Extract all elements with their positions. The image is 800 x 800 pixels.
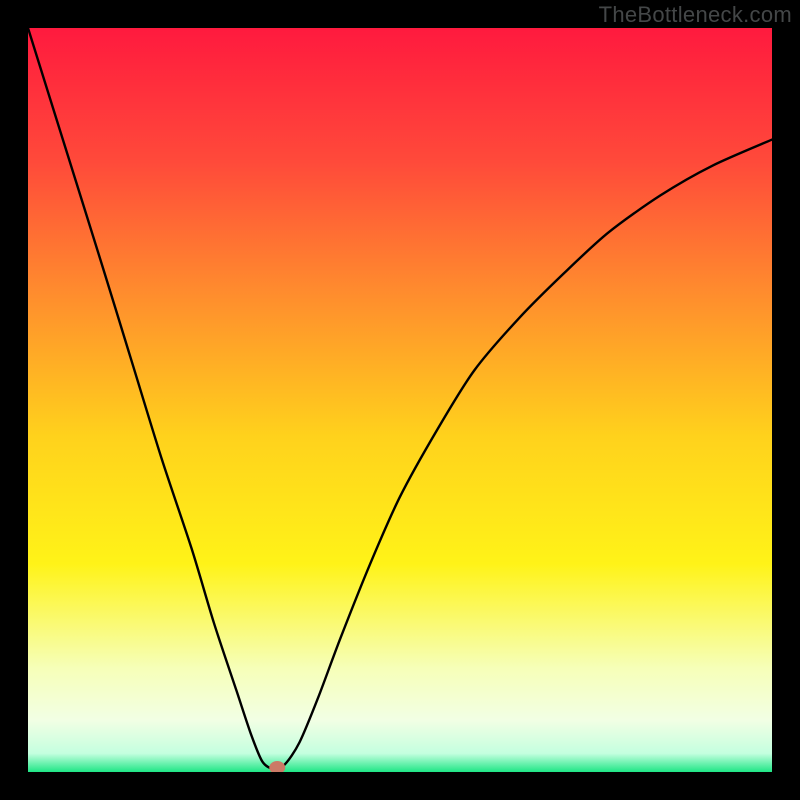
gradient-background xyxy=(28,28,772,772)
plot-area xyxy=(28,28,772,772)
chart-stage: TheBottleneck.com xyxy=(0,0,800,800)
plot-svg xyxy=(28,28,772,772)
watermark-text: TheBottleneck.com xyxy=(599,2,792,28)
